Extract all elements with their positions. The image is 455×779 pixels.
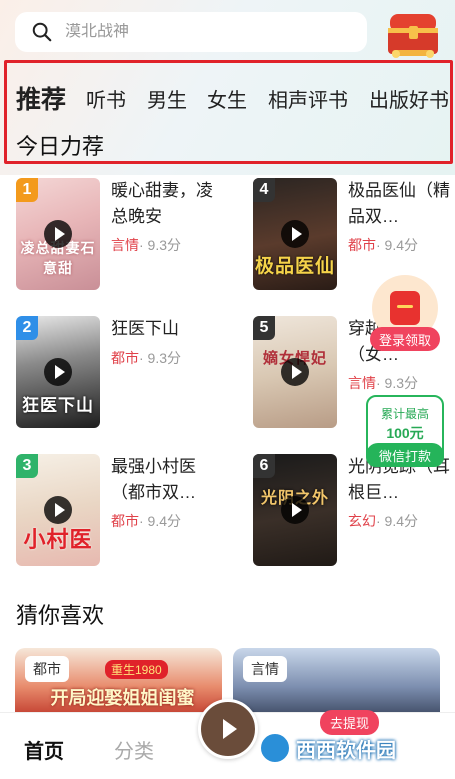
recommend-card[interactable]: 言情 [233, 648, 440, 718]
cash-reward-widget[interactable]: 累计最高 100元 微信打款 [366, 395, 444, 467]
search-icon [32, 22, 52, 42]
book-score: · 9.4分 [139, 513, 182, 529]
play-icon[interactable] [44, 358, 72, 386]
tab-recommend[interactable]: 推荐 [16, 80, 66, 116]
cover-text: 开局迎娶姐姐闺蜜 [50, 688, 195, 708]
cover-text: 小村医 [23, 527, 93, 552]
genre-tag: 都市 [348, 237, 376, 253]
book-score: · 9.4分 [376, 513, 419, 529]
book-card[interactable]: 3 小村医 最强小村医（都市双… 都市· 9.4分 [16, 454, 221, 569]
book-card[interactable]: 2 狂医下山 狂医下山 都市· 9.3分 [16, 316, 221, 431]
rank-badge: 4 [253, 178, 275, 202]
rank-badge: 1 [16, 178, 38, 202]
play-icon[interactable] [44, 220, 72, 248]
book-card[interactable]: 6 光阴之外 光阴觅踪（耳根巨… 玄幻· 9.4分 [253, 454, 455, 569]
rank-badge: 3 [16, 454, 38, 478]
rank-badge: 6 [253, 454, 275, 478]
genre-tag: 都市 [111, 350, 139, 366]
book-card[interactable]: 1 凌总甜妻石意甜 暖心甜妻，凌总晚安 言情· 9.3分 [16, 178, 221, 293]
tab-crosstalk[interactable]: 相声评书 [268, 84, 348, 113]
cover-badge: 重生1980 [105, 660, 168, 679]
tab-audiobook[interactable]: 听书 [86, 84, 126, 113]
cash-amount: 100元 [386, 425, 424, 441]
book-score: · 9.3分 [139, 237, 182, 253]
tab-female[interactable]: 女生 [207, 84, 247, 113]
section-title-today: 今日力荐 [16, 134, 105, 159]
login-claim-button[interactable]: 登录领取 [370, 327, 440, 351]
book-cover[interactable]: 3 小村医 [16, 454, 100, 566]
genre-tag: 言情 [111, 237, 139, 253]
play-icon[interactable] [281, 496, 309, 524]
genre-tag: 言情 [243, 656, 287, 682]
genre-tag: 言情 [348, 375, 376, 391]
book-title[interactable]: 暖心甜妻，凌总晚安 [111, 178, 216, 230]
book-cover[interactable]: 4 极品医仙 [253, 178, 337, 290]
nav-category[interactable]: 分类 [114, 735, 154, 764]
red-envelope-icon [390, 291, 420, 325]
watermark-text: 西西软件园 [296, 739, 396, 762]
genre-tag: 都市 [25, 656, 69, 682]
book-cover[interactable]: 1 凌总甜妻石意甜 [16, 178, 100, 290]
wechat-payout-button[interactable]: 微信打款 [366, 443, 444, 467]
book-meta: 都市· 9.4分 [348, 235, 418, 255]
play-icon[interactable] [281, 220, 309, 248]
rank-badge: 2 [16, 316, 38, 340]
section-title-guess: 猜你喜欢 [16, 603, 105, 628]
recommend-card[interactable]: 都市 重生1980 开局迎娶姐姐闺蜜 [15, 648, 222, 718]
book-title[interactable]: 最强小村医（都市双… [111, 454, 216, 506]
cover-text: 极品医仙 [254, 256, 335, 277]
play-icon[interactable] [44, 496, 72, 524]
play-icon[interactable] [198, 699, 258, 759]
play-icon[interactable] [281, 358, 309, 386]
genre-tag: 都市 [111, 513, 139, 529]
book-cover[interactable]: 6 光阴之外 [253, 454, 337, 566]
book-meta: 玄幻· 9.4分 [348, 511, 418, 531]
book-score: · 9.4分 [376, 237, 419, 253]
book-score: · 9.3分 [376, 375, 419, 391]
book-cover[interactable]: 5 嫡女悍妃 [253, 316, 337, 428]
nav-home[interactable]: 首页 [24, 735, 64, 764]
book-meta: 言情· 9.3分 [348, 373, 418, 393]
book-meta: 都市· 9.4分 [111, 511, 181, 531]
rank-badge: 5 [253, 316, 275, 340]
book-cover[interactable]: 2 狂医下山 [16, 316, 100, 428]
genre-tag: 玄幻 [348, 513, 376, 529]
book-title[interactable]: 狂医下山 [111, 316, 216, 342]
watermark-logo-icon [258, 731, 292, 765]
watermark: 西西软件园 [258, 728, 438, 768]
tab-published[interactable]: 出版好书 [369, 84, 449, 113]
cover-text: 狂医下山 [22, 396, 94, 415]
tab-male[interactable]: 男生 [147, 84, 187, 113]
search-bar[interactable] [15, 12, 367, 52]
search-input[interactable] [65, 23, 345, 41]
book-score: · 9.3分 [139, 350, 182, 366]
book-meta: 言情· 9.3分 [111, 235, 181, 255]
login-gift-widget[interactable]: 登录领取 [370, 275, 440, 353]
cash-caption: 累计最高 [380, 407, 429, 421]
book-title[interactable]: 极品医仙（精品双… [348, 178, 453, 230]
book-meta: 都市· 9.3分 [111, 348, 181, 368]
treasure-chest-icon[interactable] [384, 10, 442, 60]
